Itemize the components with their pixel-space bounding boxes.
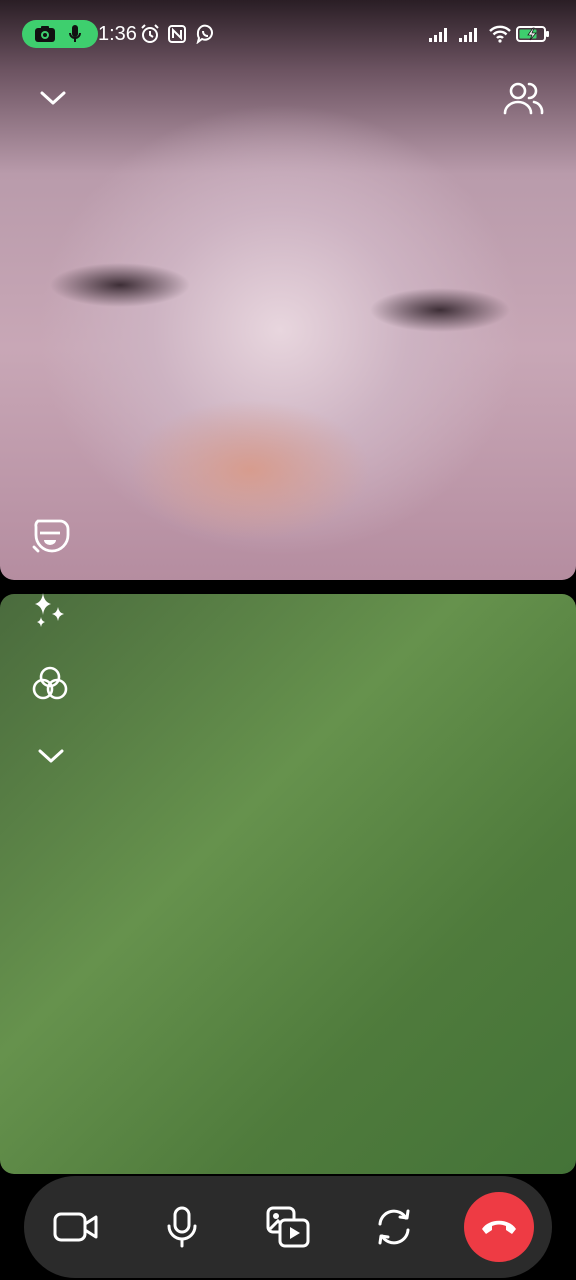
clock-time: 1:36: [98, 23, 137, 45]
end-call-button[interactable]: [464, 1192, 534, 1262]
mic-icon: [69, 25, 81, 42]
participants-button[interactable]: [496, 74, 550, 120]
remote-video-tile[interactable]: [0, 0, 576, 580]
recording-indicator: [22, 20, 98, 48]
alarm-icon: [141, 24, 159, 43]
microphone-button[interactable]: [142, 1176, 222, 1278]
switch-camera-icon: [378, 1209, 410, 1245]
status-bar: 1:36: [0, 0, 576, 70]
chevron-down-icon: [38, 749, 64, 763]
collapse-button[interactable]: [32, 78, 74, 118]
viber-icon: [196, 24, 213, 44]
battery-charging-icon: [516, 26, 549, 42]
effects-button[interactable]: [26, 586, 72, 632]
video-camera-icon: [53, 1212, 98, 1242]
collapse-effects-button[interactable]: [30, 738, 72, 774]
video-toggle-button[interactable]: [36, 1176, 116, 1278]
chevron-down-icon: [40, 91, 66, 105]
face-mask-icon: [32, 519, 70, 553]
participants-icon: [503, 82, 544, 115]
signal-icon: [429, 28, 447, 42]
share-media-button[interactable]: [248, 1176, 328, 1278]
sparkles-icon: [35, 593, 64, 627]
signal-icon: [459, 28, 477, 42]
local-video-tile[interactable]: [0, 594, 576, 1174]
call-control-bar: [24, 1176, 552, 1278]
wifi-icon: [489, 25, 511, 43]
filters-icon: [32, 666, 68, 700]
filters-button[interactable]: [26, 660, 74, 708]
switch-camera-button[interactable]: [354, 1176, 434, 1278]
media-share-icon: [266, 1206, 310, 1248]
face-mask-button[interactable]: [24, 510, 76, 560]
nfc-icon: [168, 25, 186, 43]
camera-icon: [35, 26, 55, 42]
end-call-icon: [482, 1220, 516, 1234]
microphone-icon: [167, 1206, 197, 1248]
